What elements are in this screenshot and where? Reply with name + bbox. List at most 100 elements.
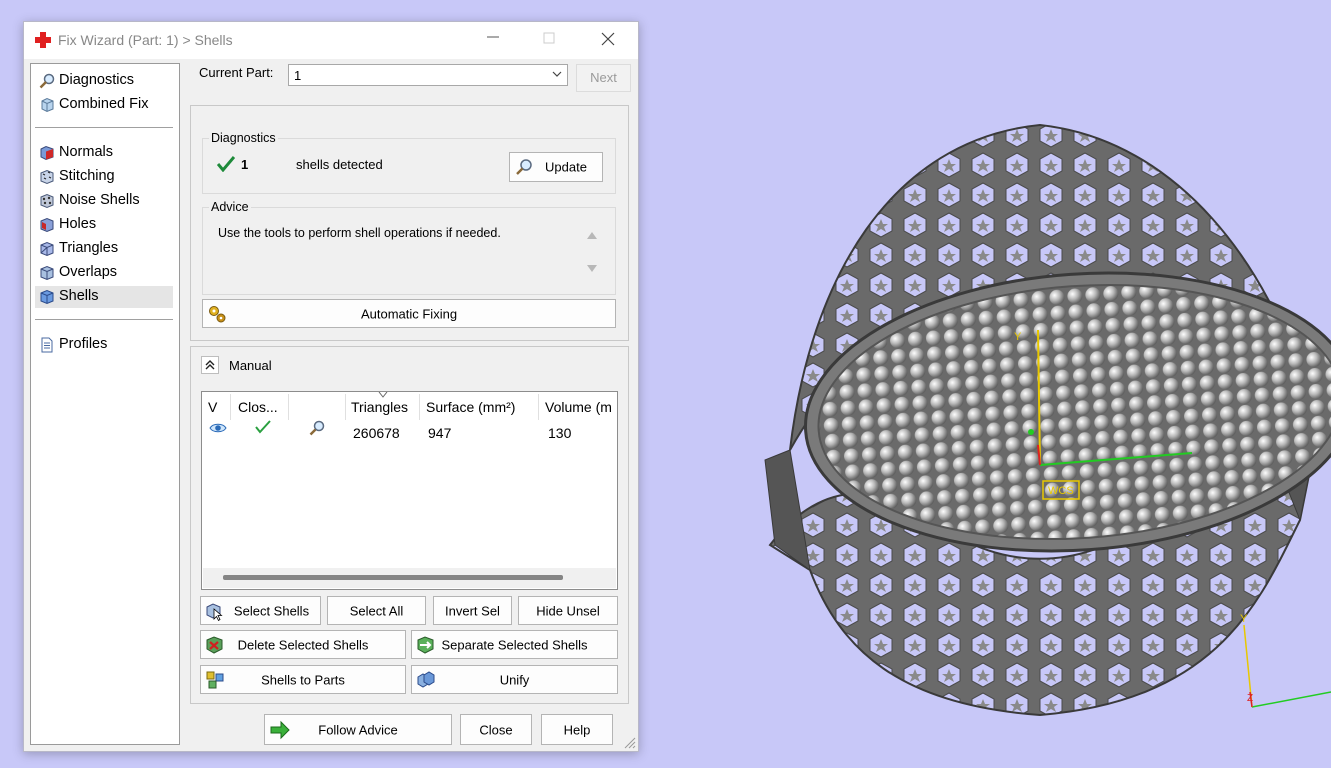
select-cursor-cube-icon bbox=[206, 603, 223, 621]
axis-y-label: Y bbox=[1014, 331, 1022, 343]
manual-title: Manual bbox=[229, 358, 272, 373]
maximize-button[interactable] bbox=[536, 28, 562, 52]
column-separator[interactable] bbox=[538, 394, 539, 420]
hide-unselected-label: Hide Unsel bbox=[536, 603, 600, 618]
magnifier-icon[interactable] bbox=[308, 419, 326, 437]
shells-to-parts-label: Shells to Parts bbox=[261, 672, 345, 687]
nav-item-diagnostics[interactable]: Diagnostics bbox=[35, 70, 173, 92]
holes-cube-icon bbox=[40, 217, 54, 233]
column-header-visible[interactable]: V bbox=[208, 399, 217, 415]
update-label: Update bbox=[545, 159, 587, 175]
current-part-label: Current Part: bbox=[199, 65, 274, 80]
shells-table[interactable]: V Clos... Triangles Surface (mm²) Volume… bbox=[201, 391, 618, 590]
nav-label: Stitching bbox=[59, 168, 115, 184]
next-button[interactable]: Next bbox=[576, 64, 631, 92]
scrollbar-thumb[interactable] bbox=[223, 575, 563, 580]
nav-label: Diagnostics bbox=[59, 72, 134, 88]
horizontal-scrollbar[interactable] bbox=[203, 568, 616, 588]
column-header-surface[interactable]: Surface (mm²) bbox=[426, 399, 515, 415]
advice-group bbox=[202, 207, 616, 295]
collapse-button[interactable] bbox=[201, 356, 219, 374]
minimize-button[interactable] bbox=[480, 28, 506, 52]
select-shells-button[interactable]: Select Shells bbox=[200, 596, 321, 625]
separate-selected-shells-button[interactable]: Separate Selected Shells bbox=[411, 630, 618, 659]
column-separator[interactable] bbox=[230, 394, 231, 420]
invert-selection-label: Invert Sel bbox=[445, 603, 500, 618]
close-button[interactable]: Close bbox=[460, 714, 532, 745]
close-window-button[interactable] bbox=[595, 28, 621, 52]
overlaps-cube-icon bbox=[40, 265, 54, 281]
check-icon bbox=[217, 156, 235, 172]
scroll-down-arrow-icon[interactable] bbox=[587, 265, 597, 273]
select-all-button[interactable]: Select All bbox=[327, 596, 426, 625]
current-part-dropdown[interactable]: 1 bbox=[288, 64, 568, 86]
column-header-closed[interactable]: Clos... bbox=[238, 399, 278, 415]
nav-item-triangles[interactable]: Triangles bbox=[35, 238, 173, 260]
noise-shells-icon bbox=[40, 193, 54, 209]
column-header-triangles[interactable]: Triangles bbox=[351, 399, 408, 415]
ring-model[interactable]: Y WCS Y Z bbox=[660, 0, 1331, 765]
invert-selection-button[interactable]: Invert Sel bbox=[433, 596, 512, 625]
maximize-icon bbox=[543, 32, 555, 44]
sort-caret-icon bbox=[378, 392, 388, 398]
wcs-label: WCS bbox=[1048, 485, 1074, 497]
separate-selected-shells-label: Separate Selected Shells bbox=[441, 637, 588, 652]
update-button[interactable]: Update bbox=[509, 152, 603, 182]
chevron-down-icon bbox=[552, 71, 562, 77]
nav-item-combined-fix[interactable]: Combined Fix bbox=[35, 94, 173, 116]
close-icon bbox=[601, 32, 615, 46]
hide-unselected-button[interactable]: Hide Unsel bbox=[518, 596, 618, 625]
column-header-volume[interactable]: Volume (m bbox=[545, 399, 612, 415]
close-label: Close bbox=[479, 722, 513, 737]
stitching-cube-icon bbox=[40, 169, 54, 185]
red-cross-app-icon bbox=[35, 32, 51, 48]
help-button[interactable]: Help bbox=[541, 714, 613, 745]
triangles-cube-icon bbox=[40, 241, 54, 257]
nav-item-shells[interactable]: Shells bbox=[35, 286, 173, 308]
unify-button[interactable]: Unify bbox=[411, 665, 618, 694]
cell-volume: 130 bbox=[548, 425, 572, 441]
delete-selected-shells-button[interactable]: Delete Selected Shells bbox=[200, 630, 406, 659]
scroll-up-arrow-icon[interactable] bbox=[587, 231, 597, 239]
eye-icon[interactable] bbox=[209, 421, 227, 435]
column-separator[interactable] bbox=[419, 394, 420, 420]
nav-separator bbox=[35, 127, 173, 128]
cell-surface: 947 bbox=[428, 425, 452, 441]
corner-axis-y-label: Y bbox=[1240, 613, 1248, 625]
nav-item-noise-shells[interactable]: Noise Shells bbox=[35, 190, 173, 212]
nav-separator bbox=[35, 319, 173, 320]
magnifier-icon bbox=[39, 73, 55, 89]
advice-title: Advice bbox=[209, 200, 251, 214]
nav-label: Combined Fix bbox=[59, 96, 149, 112]
chevron-up-double-icon bbox=[205, 360, 215, 370]
automatic-fixing-button[interactable]: Automatic Fixing bbox=[202, 299, 616, 328]
column-separator[interactable] bbox=[345, 394, 346, 420]
shells-to-parts-button[interactable]: Shells to Parts bbox=[200, 665, 406, 694]
fix-nav-panel: Diagnostics Combined Fix Normals Stitchi… bbox=[30, 63, 180, 745]
shells-cube-icon bbox=[40, 289, 54, 305]
nav-label: Overlaps bbox=[59, 264, 118, 280]
nav-label: Profiles bbox=[59, 336, 108, 352]
follow-advice-button[interactable]: Follow Advice bbox=[264, 714, 452, 745]
nav-item-stitching[interactable]: Stitching bbox=[35, 166, 173, 188]
3d-viewport[interactable]: Y WCS Y Z bbox=[660, 0, 1331, 765]
title-bar[interactable]: Fix Wizard (Part: 1) > Shells bbox=[24, 22, 638, 59]
advice-text: Use the tools to perform shell operation… bbox=[218, 226, 501, 240]
current-part-value: 1 bbox=[294, 68, 302, 83]
nav-item-holes[interactable]: Holes bbox=[35, 214, 173, 236]
shells-count: 1 bbox=[241, 157, 249, 172]
nav-item-profiles[interactable]: Profiles bbox=[35, 334, 173, 356]
corner-axis-z-label: Z bbox=[1247, 693, 1253, 704]
nav-item-normals[interactable]: Normals bbox=[35, 142, 173, 164]
column-separator[interactable] bbox=[288, 394, 289, 420]
nav-label: Noise Shells bbox=[59, 192, 140, 208]
cell-triangles: 260678 bbox=[353, 425, 400, 441]
nav-item-overlaps[interactable]: Overlaps bbox=[35, 262, 173, 284]
follow-advice-label: Follow Advice bbox=[318, 722, 398, 737]
nav-label: Holes bbox=[59, 216, 97, 232]
select-shells-label: Select Shells bbox=[233, 603, 310, 618]
unify-label: Unify bbox=[499, 672, 530, 687]
nav-label: Triangles bbox=[59, 240, 119, 256]
resize-grip-icon[interactable] bbox=[622, 735, 636, 749]
window-title: Fix Wizard (Part: 1) > Shells bbox=[58, 32, 233, 48]
